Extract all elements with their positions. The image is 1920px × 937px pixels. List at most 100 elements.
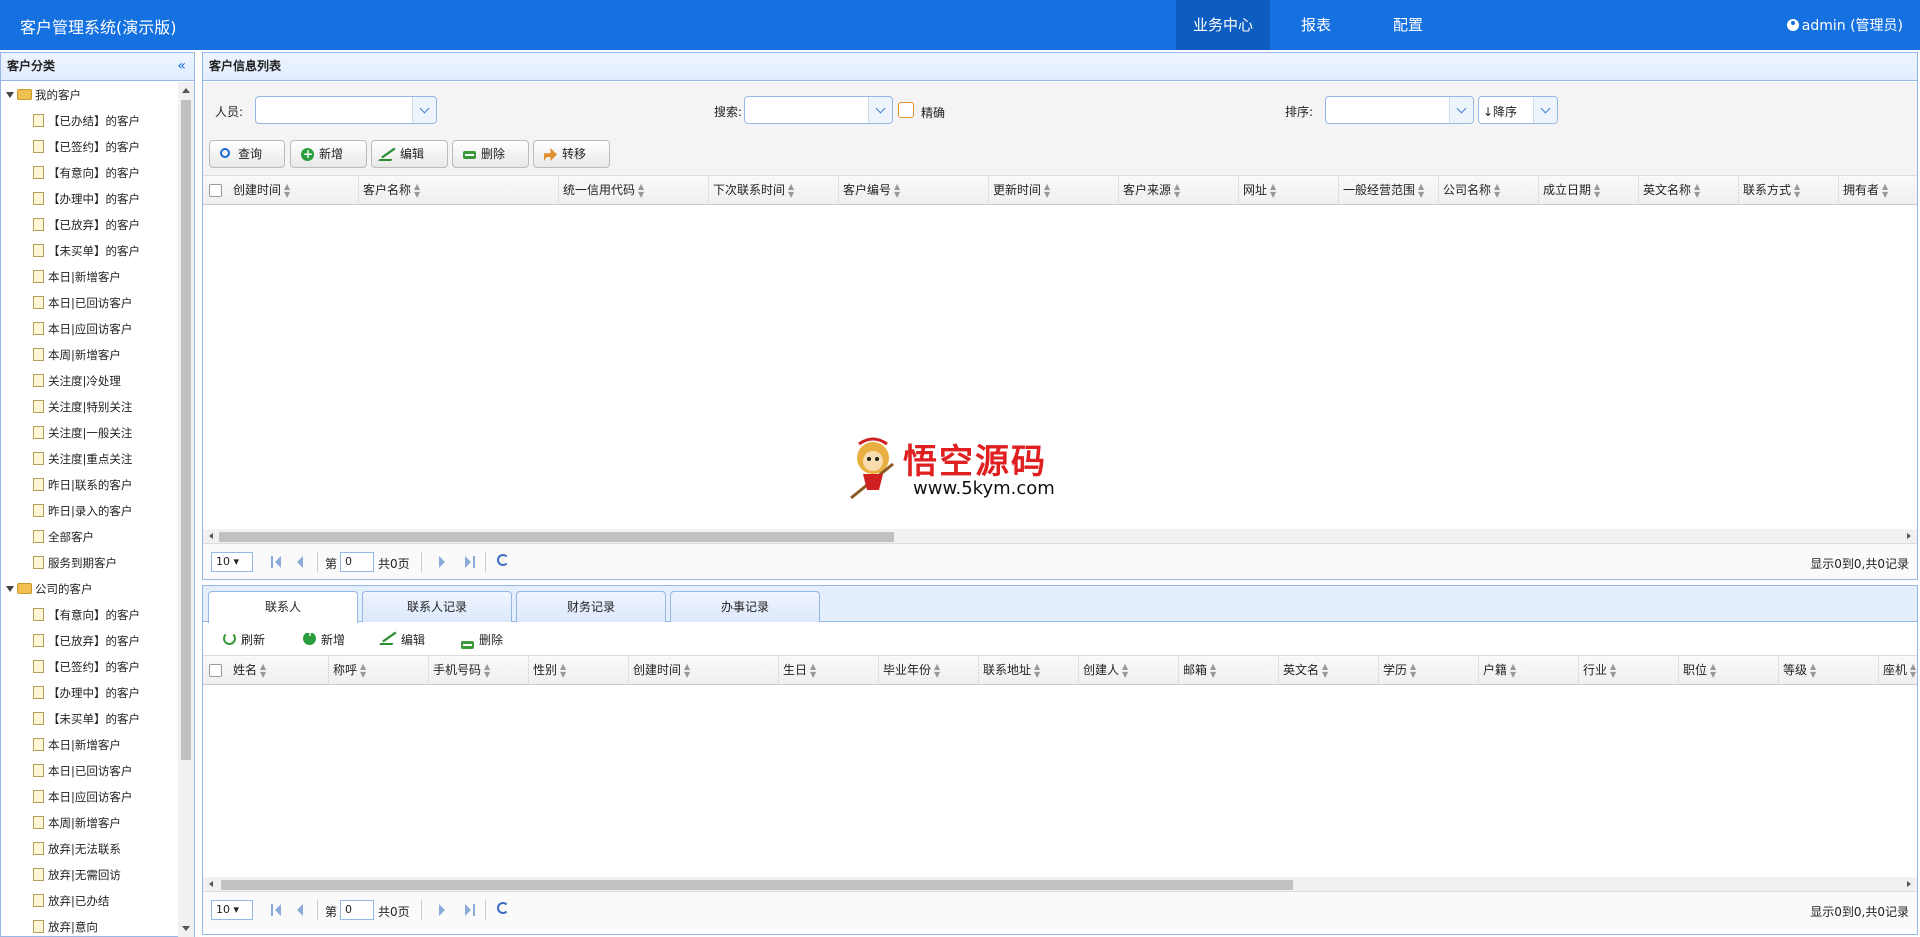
column-header[interactable]: 客户编号 ▲ ▼ [839, 176, 989, 204]
edit-button[interactable]: 编辑 [371, 140, 448, 168]
select-all-checkbox[interactable] [209, 184, 222, 197]
last-page-icon[interactable] [465, 904, 475, 916]
tree-item[interactable]: 本日|新增客户 [1, 264, 179, 290]
column-header[interactable]: 座机 ▲ ▼ [1879, 656, 1917, 684]
column-header[interactable]: 创建人 ▲ ▼ [1079, 656, 1179, 684]
column-header[interactable]: 一般经营范围 ▲ ▼ [1339, 176, 1439, 204]
chevron-down-icon[interactable] [1449, 97, 1473, 123]
tree-item[interactable]: 昨日|录入的客户 [1, 498, 179, 524]
tree-item[interactable]: 【已签约】的客户 [1, 654, 179, 680]
refresh-button[interactable]: 刷新 [223, 631, 265, 648]
tree-group[interactable]: 公司的客户 [1, 576, 179, 602]
tab-task-records[interactable]: 办事记录 [670, 591, 820, 622]
expand-arrow-icon[interactable] [6, 586, 14, 592]
collapse-icon[interactable]: « [177, 53, 186, 80]
column-header[interactable]: 统一信用代码 ▲ ▼ [559, 176, 709, 204]
select-all-checkbox[interactable] [209, 664, 222, 677]
tab-contact-records[interactable]: 联系人记录 [362, 591, 512, 622]
tree-item[interactable]: 【未买单】的客户 [1, 238, 179, 264]
chevron-down-icon[interactable] [412, 97, 436, 123]
column-header[interactable]: 客户来源 ▲ ▼ [1119, 176, 1239, 204]
tree-item[interactable]: 放弃|已办结 [1, 888, 179, 914]
tree-item[interactable]: 本日|已回访客户 [1, 758, 179, 784]
column-header[interactable]: 创建时间 ▲ ▼ [229, 176, 359, 204]
search-input[interactable] [744, 96, 893, 124]
column-header[interactable]: 拥有者 ▲ ▼ [1839, 176, 1917, 204]
tree-item[interactable]: 关注度|一般关注 [1, 420, 179, 446]
tree-item[interactable]: 【未买单】的客户 [1, 706, 179, 732]
add-button[interactable]: 新增 [290, 140, 367, 168]
transfer-button[interactable]: 转移 [533, 140, 610, 168]
tree-item[interactable]: 【已办结】的客户 [1, 108, 179, 134]
first-page-icon[interactable] [271, 556, 281, 568]
user-menu[interactable]: admin (管理员) [1786, 15, 1903, 35]
tree-item[interactable]: 【已签约】的客户 [1, 134, 179, 160]
column-header[interactable]: 手机号码 ▲ ▼ [429, 656, 529, 684]
nav-config[interactable]: 配置 [1362, 0, 1454, 50]
column-header[interactable]: 姓名 ▲ ▼ [229, 656, 329, 684]
contact-grid-hscroll[interactable] [203, 877, 1917, 891]
column-header[interactable]: 英文名称 ▲ ▼ [1639, 176, 1739, 204]
tree-item[interactable]: 本日|应回访客户 [1, 316, 179, 342]
tree-item[interactable]: 【已放弃】的客户 [1, 628, 179, 654]
column-header[interactable]: 下次联系时间 ▲ ▼ [709, 176, 839, 204]
nav-reports[interactable]: 报表 [1270, 0, 1362, 50]
chevron-down-icon[interactable] [868, 97, 892, 123]
tree-group[interactable]: 我的客户 [1, 82, 179, 108]
page-size-select[interactable]: 10 ▾ [211, 552, 253, 572]
tree-item[interactable]: 关注度|重点关注 [1, 446, 179, 472]
page-input[interactable]: 0 [340, 552, 374, 572]
query-button[interactable]: 查询 [209, 140, 285, 168]
tree-item[interactable]: 关注度|冷处理 [1, 368, 179, 394]
chevron-down-icon[interactable] [1533, 97, 1557, 123]
tree-item[interactable]: 【办理中】的客户 [1, 186, 179, 212]
reload-icon[interactable] [497, 902, 509, 914]
tree-item[interactable]: 放弃|无需回访 [1, 862, 179, 888]
tree-item[interactable]: 全部客户 [1, 524, 179, 550]
tree-item[interactable]: 放弃|意向 [1, 914, 179, 937]
column-header[interactable]: 等级 ▲ ▼ [1779, 656, 1879, 684]
last-page-icon[interactable] [465, 556, 475, 568]
tree-item[interactable]: 【有意向】的客户 [1, 160, 179, 186]
tree-item[interactable]: 放弃|无法联系 [1, 836, 179, 862]
tree-item[interactable]: 本日|新增客户 [1, 732, 179, 758]
column-header[interactable]: 创建时间 ▲ ▼ [629, 656, 779, 684]
tree-item[interactable]: 【办理中】的客户 [1, 680, 179, 706]
tree-item[interactable]: 本日|已回访客户 [1, 290, 179, 316]
column-header[interactable]: 邮箱 ▲ ▼ [1179, 656, 1279, 684]
column-header[interactable]: 毕业年份 ▲ ▼ [879, 656, 979, 684]
sort-order-select[interactable]: ↓降序 [1478, 96, 1558, 124]
exact-checkbox[interactable] [898, 102, 914, 118]
column-header[interactable]: 网址 ▲ ▼ [1239, 176, 1339, 204]
tab-finance-records[interactable]: 财务记录 [516, 591, 666, 622]
nav-business-center[interactable]: 业务中心 [1176, 0, 1270, 50]
column-header[interactable]: 公司名称 ▲ ▼ [1439, 176, 1539, 204]
first-page-icon[interactable] [271, 904, 281, 916]
reload-icon[interactable] [497, 554, 509, 566]
column-header[interactable]: 行业 ▲ ▼ [1579, 656, 1679, 684]
column-header[interactable]: 户籍 ▲ ▼ [1479, 656, 1579, 684]
contact-edit-button[interactable]: 编辑 [379, 631, 425, 648]
next-page-icon[interactable] [439, 556, 449, 568]
sort-field-select[interactable] [1325, 96, 1474, 124]
contact-add-button[interactable]: 新增 [303, 625, 345, 648]
tree-item[interactable]: 昨日|联系的客户 [1, 472, 179, 498]
column-header[interactable]: 英文名 ▲ ▼ [1279, 656, 1379, 684]
sidebar-scrollbar[interactable] [178, 82, 194, 937]
prev-page-icon[interactable] [295, 556, 305, 568]
contact-delete-button[interactable]: 删除 [461, 631, 503, 649]
page-input[interactable]: 0 [340, 900, 374, 920]
column-header[interactable]: 职位 ▲ ▼ [1679, 656, 1779, 684]
expand-arrow-icon[interactable] [6, 92, 14, 98]
tab-contacts[interactable]: 联系人 [208, 591, 358, 623]
page-size-select[interactable]: 10 ▾ [211, 900, 253, 920]
tree-item[interactable]: 【已放弃】的客户 [1, 212, 179, 238]
column-header[interactable]: 更新时间 ▲ ▼ [989, 176, 1119, 204]
tree-item[interactable]: 本周|新增客户 [1, 810, 179, 836]
column-header[interactable]: 客户名称 ▲ ▼ [359, 176, 559, 204]
next-page-icon[interactable] [439, 904, 449, 916]
column-header[interactable]: 联系方式 ▲ ▼ [1739, 176, 1839, 204]
column-header[interactable]: 称呼 ▲ ▼ [329, 656, 429, 684]
column-header[interactable]: 成立日期 ▲ ▼ [1539, 176, 1639, 204]
prev-page-icon[interactable] [295, 904, 305, 916]
